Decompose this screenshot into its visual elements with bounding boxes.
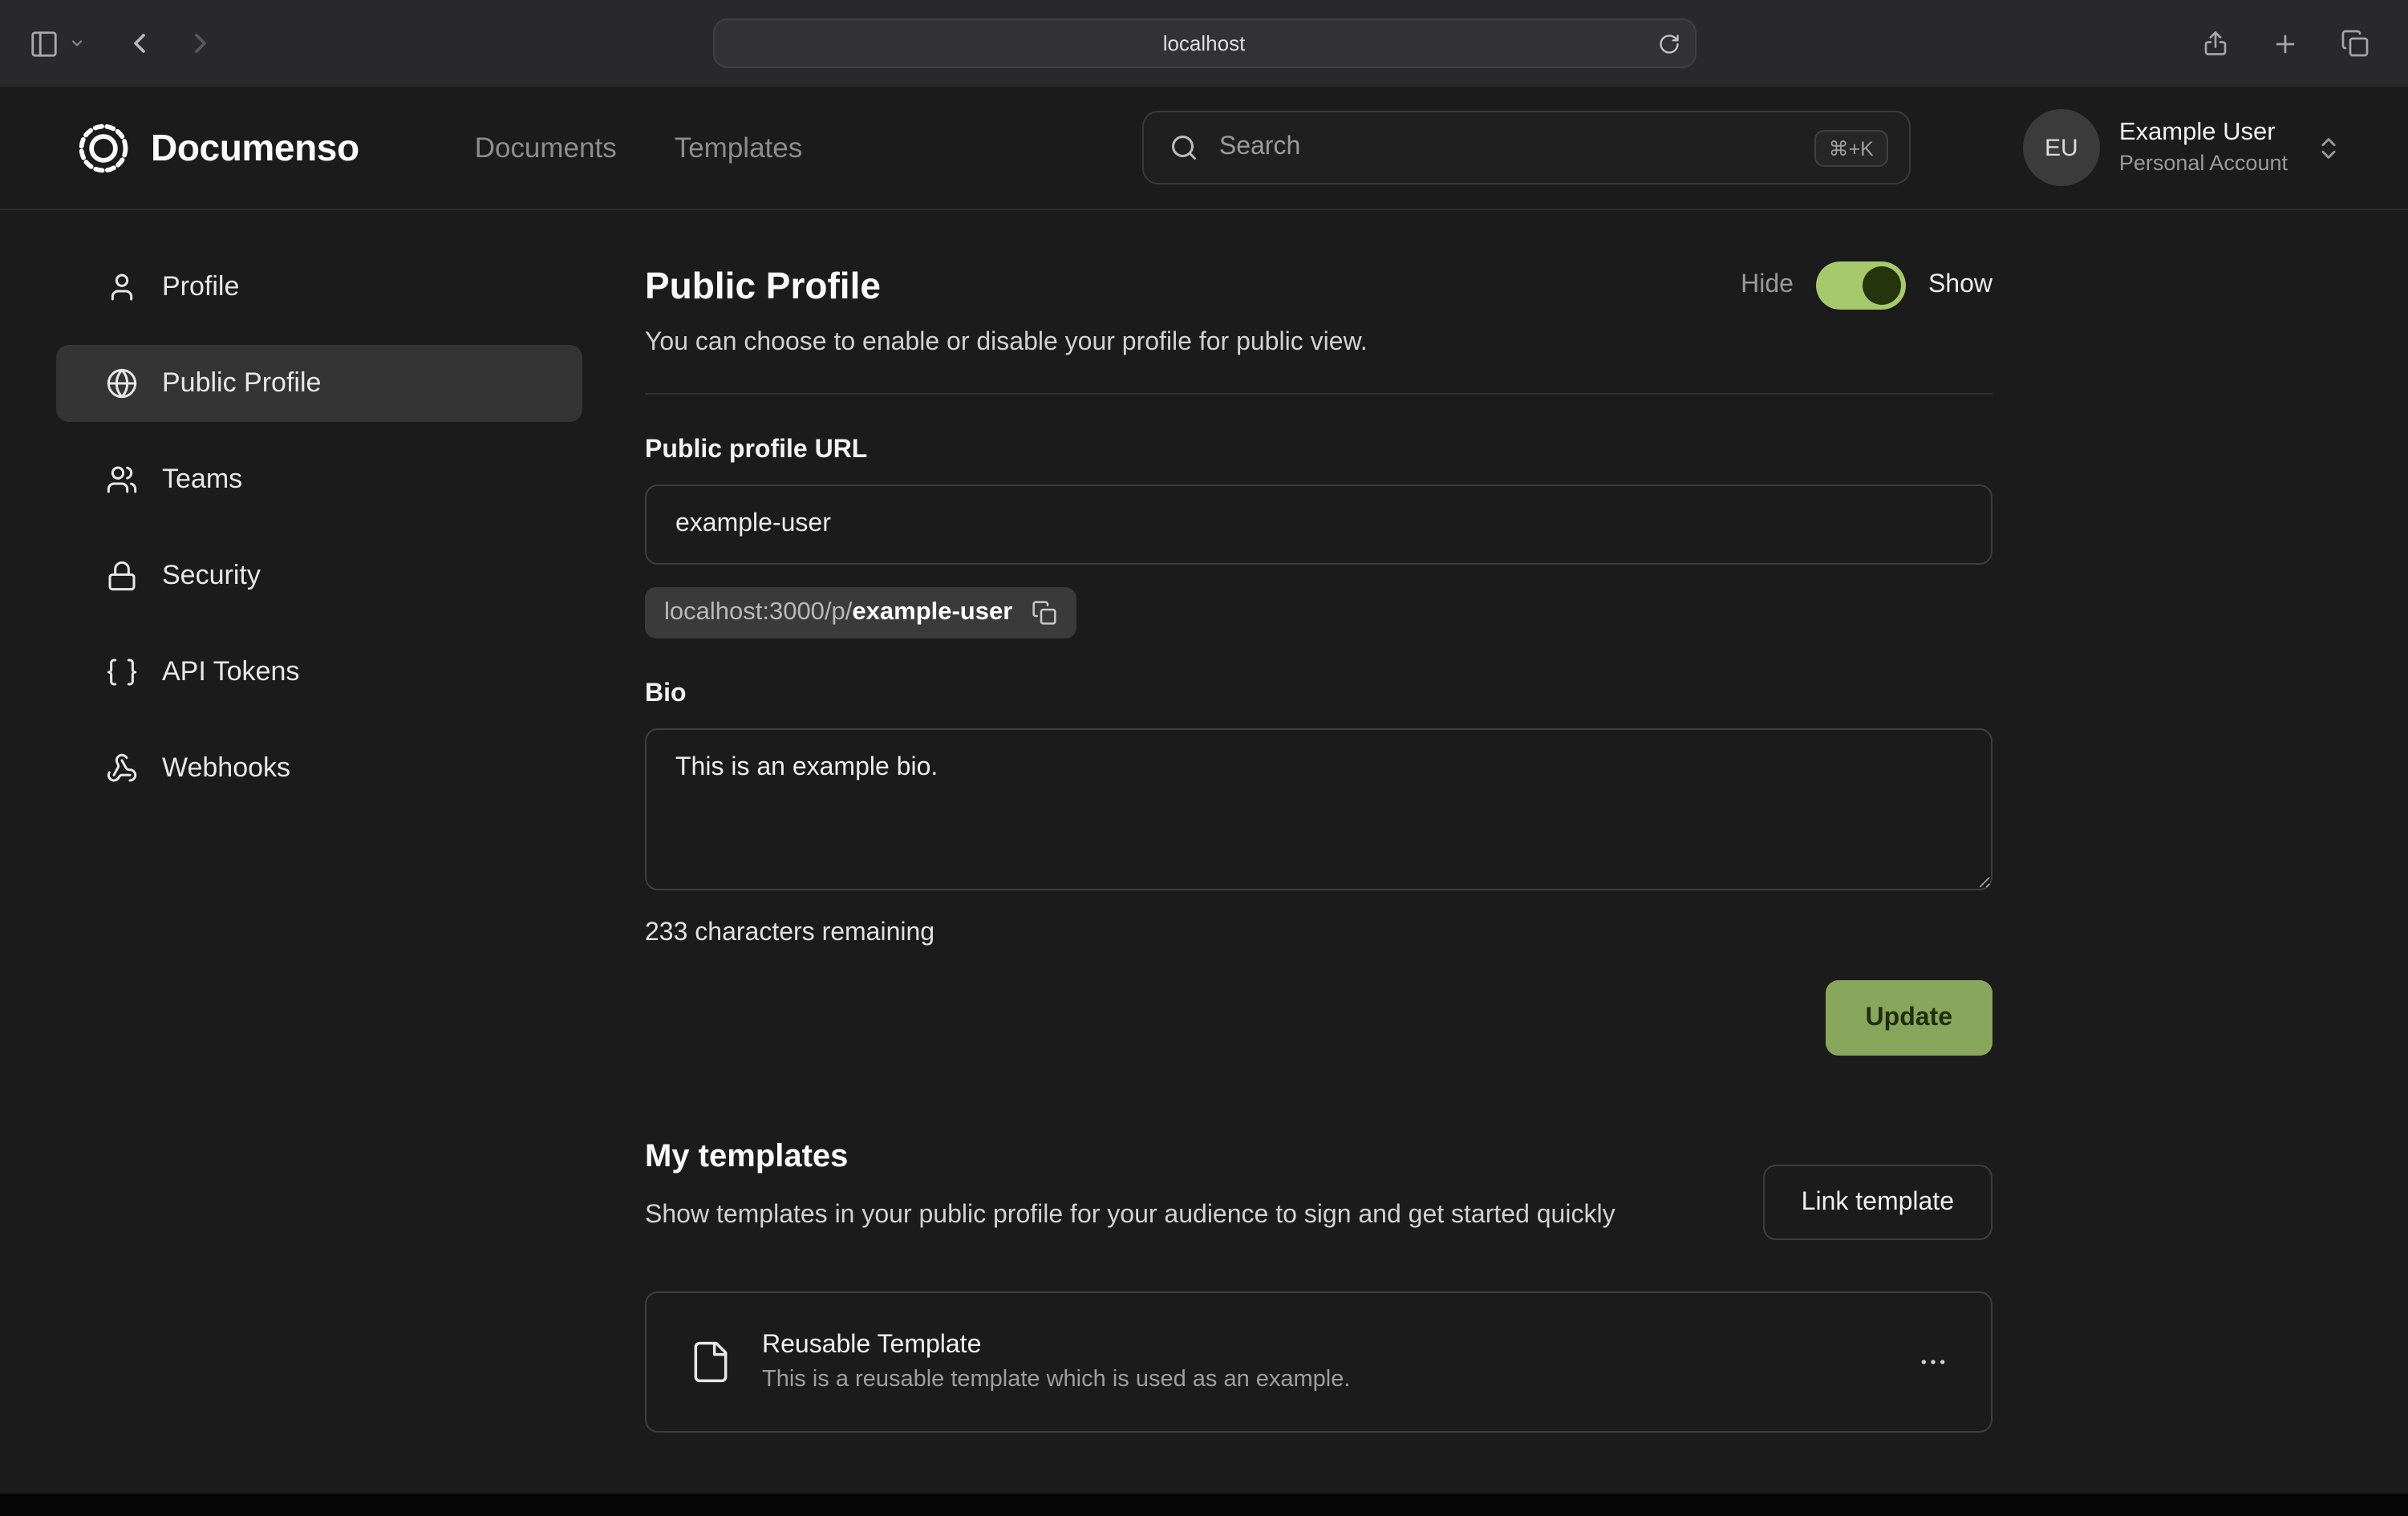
settings-sidebar: Profile Public Profile Teams Security [56,249,582,826]
global-search[interactable]: ⌘+K [1142,111,1911,184]
address-bar-url: localhost [1163,31,1246,55]
show-label: Show [1928,271,1992,300]
sidebar-item-api-tokens[interactable]: API Tokens [56,634,582,711]
panel-left-icon[interactable] [29,28,59,59]
sidebar-item-label: Webhooks [162,752,290,784]
share-icon[interactable] [2201,29,2230,58]
sidebar-item-label: Teams [162,464,242,496]
bio-textarea[interactable]: This is an example bio. [645,728,1992,890]
profile-url-copy-pill[interactable]: localhost:3000/p/example-user [645,587,1076,638]
sidebar-item-label: Public Profile [162,367,321,399]
characters-remaining: 233 characters remaining [645,919,1992,948]
search-icon [1170,133,1198,162]
copy-icon [1032,600,1057,626]
settings-layout: Profile Public Profile Teams Security [0,210,2408,1433]
app-window: localhost Documenso [0,0,2408,1516]
app-header: Documenso Documents Templates ⌘+K EU Exa… [0,87,2408,210]
link-template-button[interactable]: Link template [1763,1165,1992,1240]
user-name: Example User [2119,117,2288,149]
sidebar-item-label: Security [162,560,261,592]
hide-label: Hide [1741,271,1794,300]
main-nav: Documents Templates [475,131,803,164]
chevrons-up-down-icon [2315,134,2342,161]
search-shortcut-badge: ⌘+K [1814,129,1888,166]
sidebar-item-profile[interactable]: Profile [56,249,582,326]
browser-nav-controls [0,27,217,59]
profile-visibility-toggle[interactable] [1816,261,1906,310]
profile-url-input[interactable] [645,484,1992,565]
chevron-down-icon[interactable] [69,35,85,51]
search-input[interactable] [1216,132,1797,164]
sidebar-item-public-profile[interactable]: Public Profile [56,345,582,422]
account-menu[interactable]: EU Example User Personal Account [2023,109,2342,186]
brand-name: Documenso [151,126,359,169]
page-title: Public Profile [645,264,881,307]
sidebar-item-security[interactable]: Security [56,537,582,614]
file-icon [688,1340,733,1384]
address-bar[interactable]: localhost [712,18,1696,68]
template-title: Reusable Template [762,1332,1350,1360]
template-description: This is a reusable template which is use… [762,1367,1350,1392]
braces-icon [106,656,138,688]
browser-window-controls [2201,29,2408,58]
template-menu-button[interactable] [1917,1346,1949,1378]
profile-url-slug: example-user [852,598,1012,626]
lock-icon [106,560,138,592]
nav-templates[interactable]: Templates [675,131,803,164]
page-subtitle: You can choose to enable or disable your… [645,329,1992,358]
tabs-icon[interactable] [2341,29,2369,58]
reload-icon[interactable] [1657,32,1680,55]
template-card-text: Reusable Template This is a reusable tem… [762,1332,1350,1392]
webhook-icon [106,752,138,784]
template-card: Reusable Template This is a reusable tem… [645,1291,1992,1433]
avatar: EU [2023,109,2100,186]
profile-url-text: localhost:3000/p/example-user [664,598,1012,627]
sidebar-item-teams[interactable]: Teams [56,441,582,518]
my-templates-description: Show templates in your public profile fo… [645,1195,1615,1238]
browser-toolbar: localhost [0,0,2408,87]
divider [645,393,1992,395]
profile-url-label: Public profile URL [645,436,1992,465]
user-icon [106,271,138,303]
sidebar-item-label: API Tokens [162,656,299,688]
sidebar-item-webhooks[interactable]: Webhooks [56,730,582,807]
nav-documents[interactable]: Documents [475,131,617,164]
back-icon[interactable] [124,27,156,59]
users-icon [106,464,138,496]
update-button[interactable]: Update [1826,980,1992,1056]
globe-icon [106,367,138,399]
my-templates-title: My templates [645,1139,1615,1176]
visibility-toggle-group: Hide Show [1741,261,1992,310]
forward-icon[interactable] [184,27,217,59]
bio-label: Bio [645,680,1992,709]
ellipsis-icon [1917,1346,1949,1378]
templates-header-text: My templates Show templates in your publ… [645,1139,1615,1238]
brand-link[interactable]: Documenso [77,121,359,174]
documenso-logo-icon [77,121,130,174]
public-profile-settings: Public Profile Hide Show You can choose … [645,249,1992,1433]
sidebar-item-label: Profile [162,271,239,303]
user-account-type: Personal Account [2119,150,2288,178]
window-bottom-edge [0,1494,2408,1516]
plus-icon[interactable] [2272,30,2299,57]
toggle-knob [1863,266,1901,305]
